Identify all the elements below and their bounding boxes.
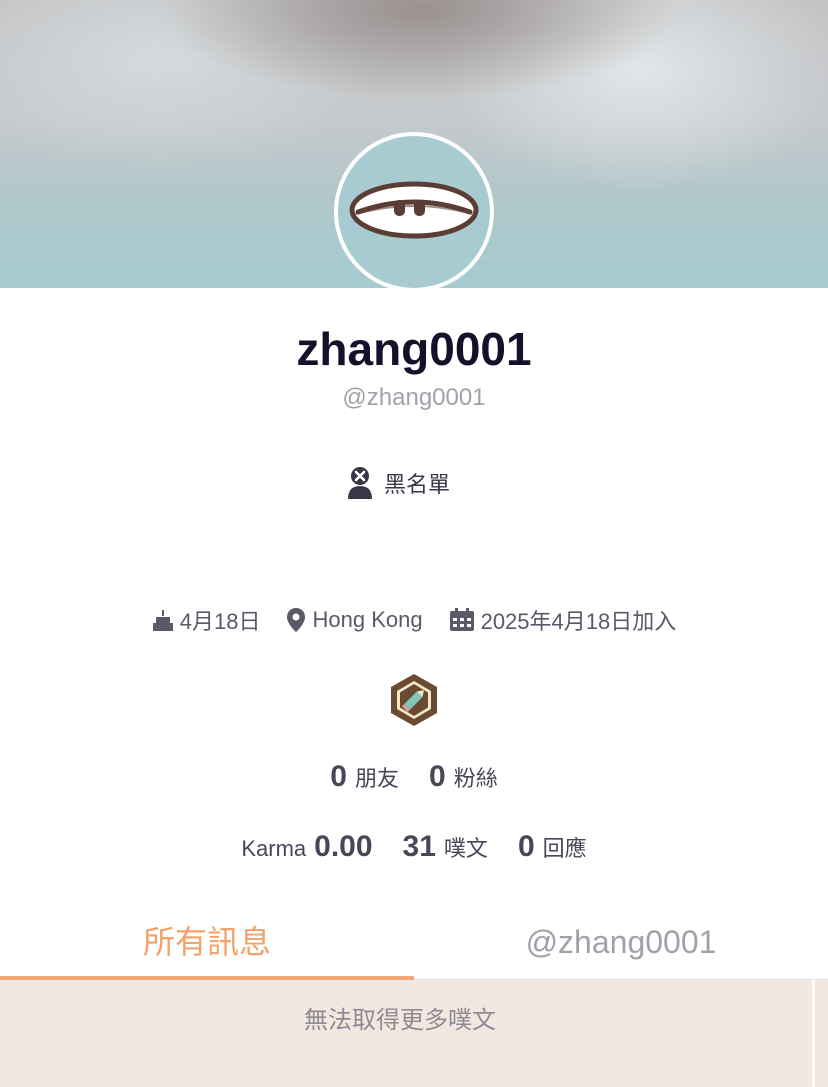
blacklist-label: 黑名單 (384, 472, 451, 497)
location-text: Hong Kong (312, 607, 423, 632)
fans-count: 0 (429, 760, 446, 793)
replies-stat: 0 回應 (518, 830, 587, 864)
joined-text: 2025年4月18日加入 (480, 609, 677, 634)
follow-stats: 0 朋友 0 粉絲 (0, 760, 828, 794)
friends-stat[interactable]: 0 朋友 (330, 760, 399, 794)
tab-all-messages[interactable]: 所有訊息 (0, 905, 414, 980)
joined-info: 2025年4月18日加入 (449, 604, 677, 636)
plurks-stat: 31 噗文 (403, 830, 488, 864)
karma-value: 0.00 (314, 830, 373, 863)
sleepy-eye-avatar-icon (349, 181, 479, 239)
activity-stats: Karma 0.00 31 噗文 0 回應 (0, 830, 828, 864)
feed-scrollbar[interactable] (812, 980, 828, 1087)
location-info: Hong Kong (286, 607, 423, 633)
map-pin-icon (287, 608, 306, 632)
friends-count: 0 (330, 760, 347, 793)
replies-count: 0 (517, 830, 535, 863)
replies-label: 回應 (542, 836, 587, 861)
pencil-badge[interactable] (388, 672, 440, 728)
plurk-feed: 無法取得更多噗文 (0, 980, 812, 1087)
profile-tabs: 所有訊息 @zhang0001 (0, 905, 828, 981)
display-name: zhang0001 (296, 323, 532, 375)
fans-stat[interactable]: 0 粉絲 (429, 760, 498, 794)
pencil-badge-icon (391, 674, 437, 726)
plurks-label: 噗文 (443, 836, 488, 861)
karma-stat: Karma 0.00 (241, 830, 372, 864)
profile-meta-row: 4月18日 Hong Kong 2025年4月18日加入 (0, 604, 828, 636)
fans-label: 粉絲 (453, 766, 498, 791)
blacklist-button[interactable]: 黑名單 (346, 466, 450, 500)
user-blocked-icon (346, 466, 374, 500)
birthday-info: 4月18日 (152, 604, 261, 636)
avatar[interactable] (334, 132, 494, 292)
no-more-plurks-message: 無法取得更多噗文 (304, 1007, 496, 1034)
cake-icon (152, 610, 173, 631)
tab-mentions[interactable]: @zhang0001 (414, 905, 828, 980)
username-handle: @zhang0001 (342, 384, 486, 411)
plurks-count: 31 (402, 830, 436, 863)
karma-label: Karma (241, 836, 307, 861)
friends-label: 朋友 (354, 766, 399, 791)
calendar-icon (449, 608, 474, 631)
birthday-text: 4月18日 (179, 609, 261, 634)
